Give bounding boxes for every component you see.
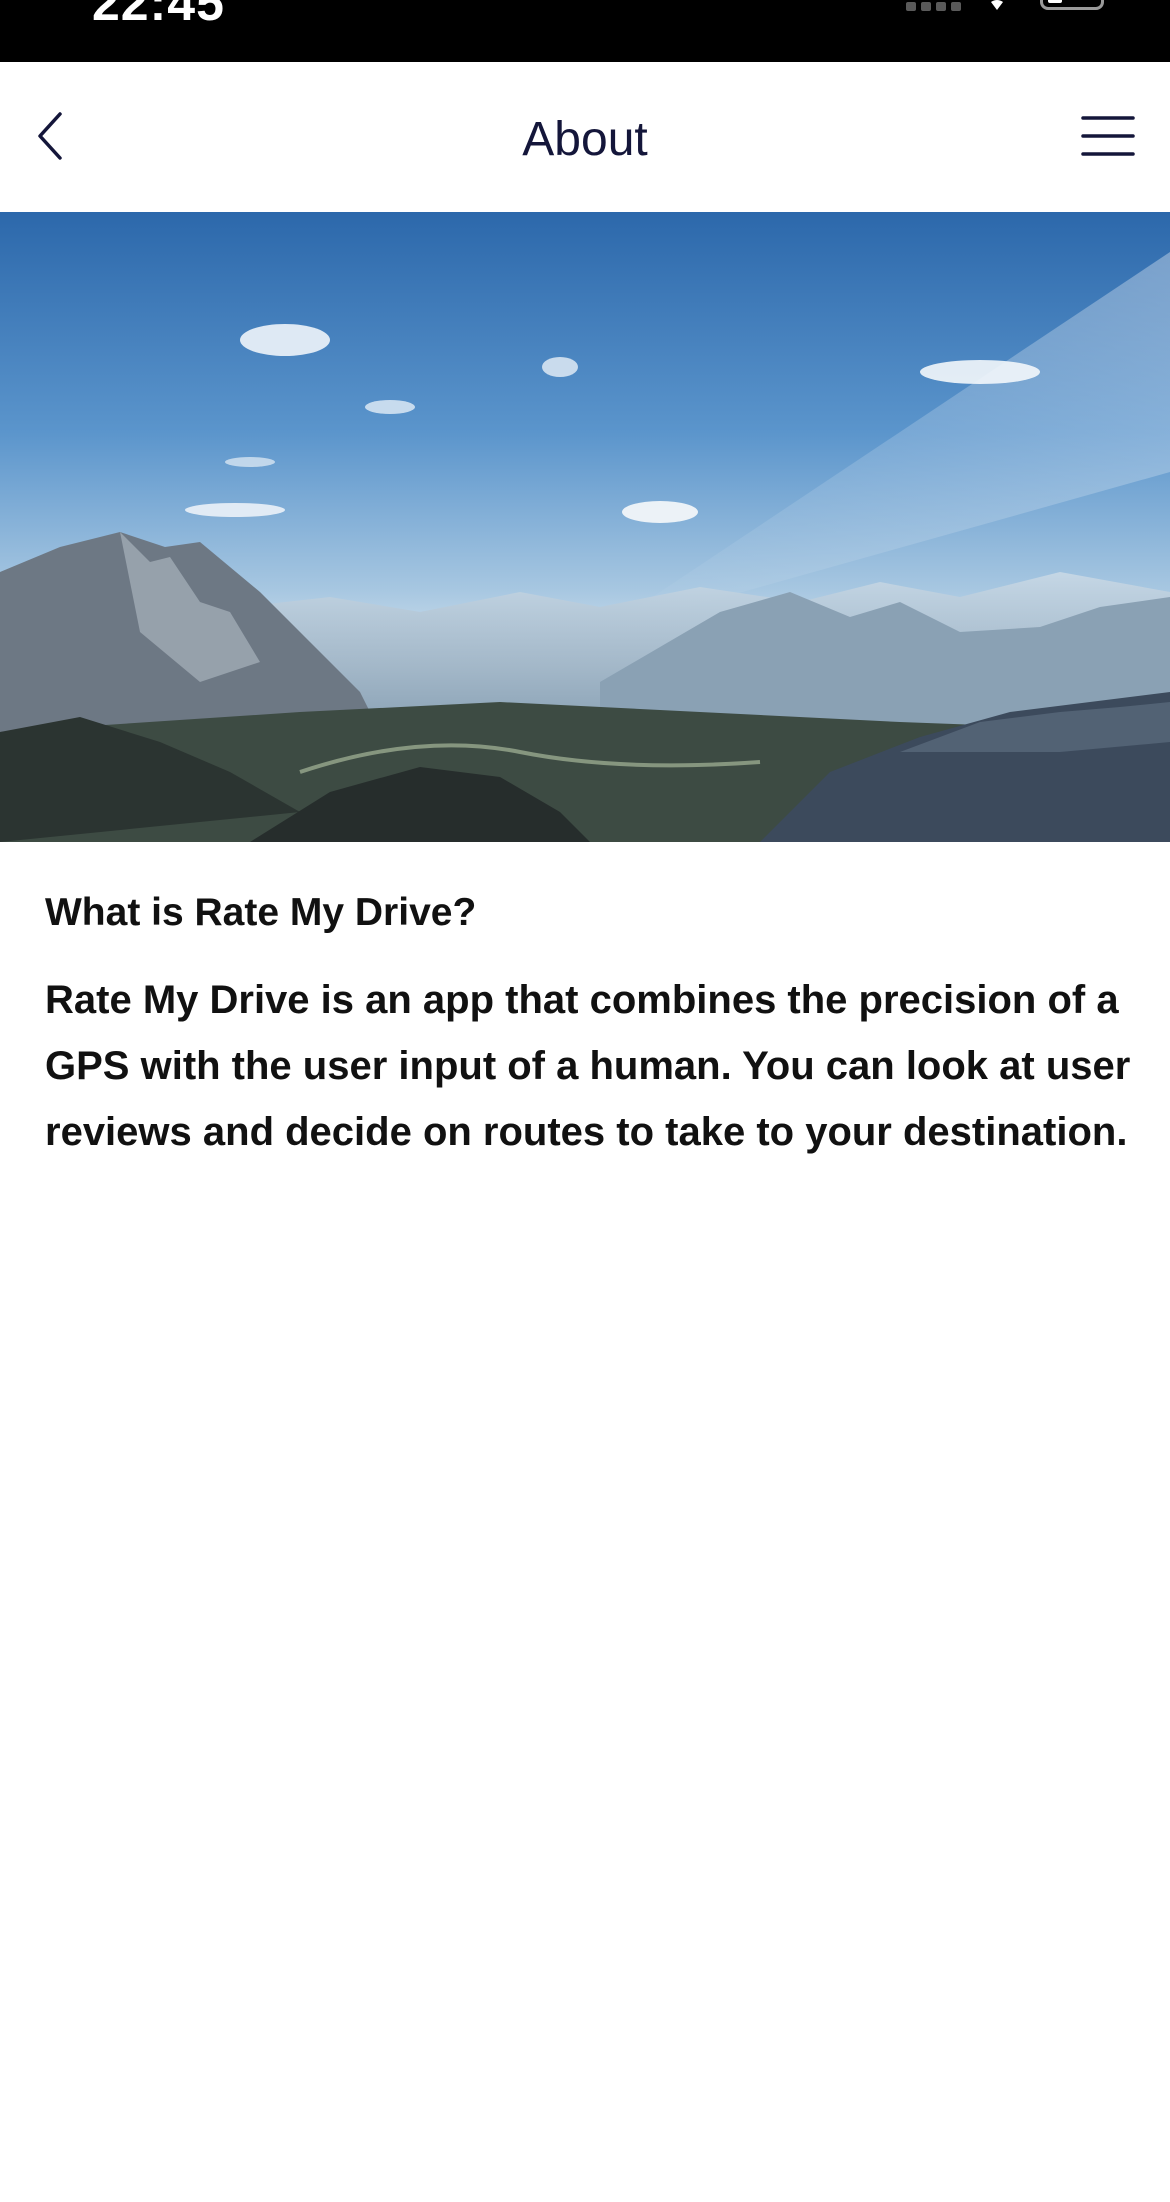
about-heading: What is Rate My Drive? (45, 891, 477, 934)
wifi-icon (991, 0, 1003, 10)
hero-image (0, 212, 1170, 842)
hamburger-menu-icon (1081, 116, 1135, 156)
page-title: About (522, 113, 648, 166)
mountain-landscape-image (0, 212, 1170, 842)
navigation-bar: About (0, 62, 1170, 212)
menu-button[interactable] (1080, 114, 1136, 158)
status-bar: 22:45 (0, 0, 1170, 62)
about-description: Rate My Drive is an app that combines th… (45, 977, 1131, 1154)
about-content: What is Rate My Drive? Rate My Drive is … (45, 888, 1135, 1165)
signal-strength-icon (906, 2, 961, 11)
battery-icon (1040, 0, 1104, 10)
about-screen: 22:45 About What is Rate My Drive? Rate … (0, 0, 1170, 2202)
status-time: 22:45 (92, 0, 225, 31)
